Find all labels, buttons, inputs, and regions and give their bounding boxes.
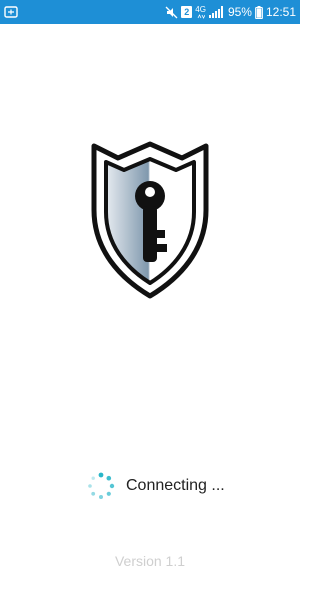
- version-label: Version 1.1: [114, 553, 186, 569]
- battery-icon: [255, 5, 263, 19]
- clock: 12:51: [265, 5, 296, 19]
- sim2-badge: 2: [181, 6, 193, 18]
- network-type-label: 4G: [195, 4, 206, 14]
- mute-icon: [165, 6, 178, 19]
- splash-screen: 2 4G 95% 12:51 Connecting ... Version 1.…: [0, 0, 300, 600]
- battery-percent: 95%: [227, 5, 252, 19]
- status-bar-left: [4, 5, 18, 19]
- shield-key-icon: [91, 141, 209, 299]
- signal-icon: [208, 6, 225, 18]
- loading-indicator: Connecting ...: [86, 470, 225, 502]
- status-bar: 2 4G 95% 12:51: [0, 0, 300, 24]
- notification-app-icon: [4, 5, 18, 19]
- loading-spinner-icon: [88, 472, 115, 499]
- connecting-label: Connecting ...: [126, 477, 225, 494]
- lte-icon: 4G: [195, 4, 206, 19]
- app-logo: [88, 140, 212, 300]
- status-bar-right: 2 4G 95% 12:51: [165, 0, 296, 24]
